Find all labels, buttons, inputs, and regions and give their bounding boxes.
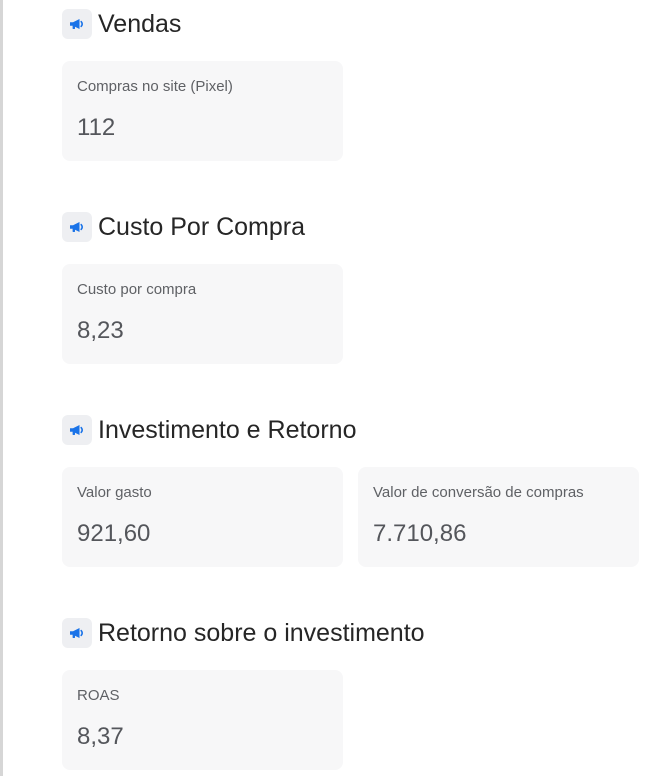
metric-label: ROAS xyxy=(77,687,120,704)
metric-card-custo-por-compra: Custo por compra 8,23 xyxy=(62,264,343,364)
megaphone-icon xyxy=(62,9,92,39)
metric-label: Compras no site (Pixel) xyxy=(77,78,233,95)
metric-value: 7.710,86 xyxy=(373,520,467,547)
megaphone-icon xyxy=(62,618,92,648)
section-investimento-e-retorno: Investimento e Retorno Valor gasto 921,6… xyxy=(62,415,652,573)
metric-card-valor-conversao: Valor de conversão de compras 7.710,86 xyxy=(358,467,639,567)
metric-value: 921,60 xyxy=(77,520,151,547)
metric-value: 112 xyxy=(77,114,116,141)
section-title: Custo Por Compra xyxy=(98,213,306,241)
metric-card-compras: Compras no site (Pixel) 112 xyxy=(62,61,343,161)
metric-card-roas: ROAS 8,37 xyxy=(62,670,343,770)
section-title: Investimento e Retorno xyxy=(98,416,357,444)
section-title: Vendas xyxy=(98,10,182,38)
metric-value: 8,37 xyxy=(77,723,124,750)
metric-value: 8,23 xyxy=(77,317,124,344)
megaphone-icon xyxy=(62,415,92,445)
section-title: Retorno sobre o investimento xyxy=(98,619,425,647)
section-header: Vendas xyxy=(62,9,181,39)
left-border-rule xyxy=(0,0,3,776)
metric-label: Valor gasto xyxy=(77,484,152,501)
section-custo-por-compra: Custo Por Compra Custo por compra 8,23 xyxy=(62,212,652,370)
megaphone-icon xyxy=(62,212,92,242)
section-header: Investimento e Retorno xyxy=(62,415,356,445)
section-retorno-sobre-investimento: Retorno sobre o investimento ROAS 8,37 xyxy=(62,618,652,774)
metric-label: Valor de conversão de compras xyxy=(373,484,584,501)
section-header: Retorno sobre o investimento xyxy=(62,618,425,648)
metric-label: Custo por compra xyxy=(77,281,197,298)
section-header: Custo Por Compra xyxy=(62,212,305,242)
metric-card-valor-gasto: Valor gasto 921,60 xyxy=(62,467,343,567)
section-vendas: Vendas Compras no site (Pixel) 112 xyxy=(62,9,652,167)
